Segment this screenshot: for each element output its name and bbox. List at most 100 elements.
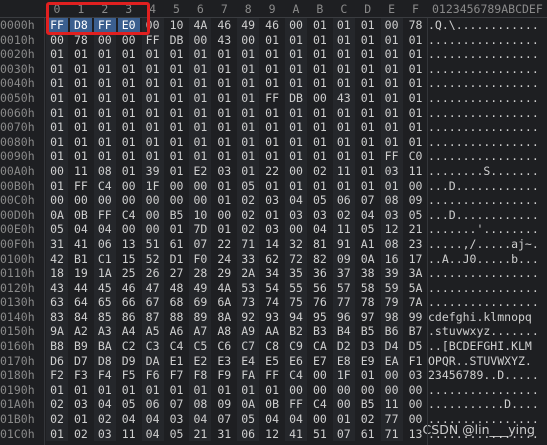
- hex-byte[interactable]: 01: [118, 76, 140, 91]
- hex-byte[interactable]: 63: [46, 295, 68, 310]
- hex-byte[interactable]: 01: [70, 135, 92, 150]
- hex-byte[interactable]: 13: [118, 237, 140, 252]
- hex-byte[interactable]: 01: [380, 32, 403, 48]
- hex-byte[interactable]: 45: [93, 280, 116, 296]
- hex-row[interactable]: 0000h FF D8 FF E0 00 10 4A 46 49 46 00 01 01 01 00 78 .Q.…: [0, 18, 547, 33]
- ascii-text[interactable]: OPQR..STUVWXYZ.: [428, 354, 547, 369]
- hex-byte[interactable]: B4: [332, 324, 355, 340]
- hex-byte[interactable]: 01: [332, 178, 355, 194]
- hex-byte[interactable]: 05: [237, 412, 260, 427]
- hex-byte[interactable]: 01: [70, 47, 92, 62]
- hex-byte[interactable]: F8: [189, 368, 212, 383]
- hex-byte[interactable]: 00: [309, 412, 331, 427]
- hex-byte[interactable]: 01: [213, 149, 235, 164]
- hex-byte[interactable]: 21: [189, 426, 212, 442]
- ascii-text[interactable]: .Q.\............: [428, 18, 547, 33]
- hex-byte[interactable]: 26: [141, 266, 164, 281]
- hex-byte[interactable]: A9: [237, 324, 260, 340]
- hex-byte[interactable]: E7: [309, 354, 331, 369]
- hex-byte[interactable]: D8: [69, 18, 92, 33]
- hex-byte[interactable]: E8: [332, 353, 355, 369]
- hex-byte[interactable]: 74: [261, 295, 283, 310]
- hex-row[interactable]: 01A0h 02 03 04 05 06 07 08 09 0A 0B FF C4 00 B5 11 00...…: [0, 397, 547, 413]
- hex-byte[interactable]: 00: [380, 18, 403, 33]
- hex-byte[interactable]: 00: [357, 383, 379, 398]
- hex-byte[interactable]: 11: [332, 163, 355, 179]
- hex-byte[interactable]: 00: [285, 18, 307, 33]
- hex-row[interactable]: 0150h 9A A2 A3 A4 A5 A6 A7 A8 A9 AA B2 B3 B4 B5 B6 B7 .st…: [0, 324, 547, 340]
- hex-byte[interactable]: 01: [70, 383, 92, 398]
- hex-row[interactable]: 0100h 42 B1 C1 15 52 D1 F0 24 33 62 72 82 09 0A 16 17 ..A…: [0, 251, 547, 267]
- hex-byte[interactable]: F4: [93, 368, 116, 383]
- hex-byte[interactable]: A8: [213, 324, 235, 339]
- hex-byte[interactable]: 01: [166, 47, 188, 62]
- hex-byte[interactable]: 01: [405, 62, 427, 77]
- hex-byte[interactable]: 65: [93, 295, 116, 310]
- hex-byte[interactable]: D7: [70, 354, 92, 369]
- hex-byte[interactable]: D6: [46, 353, 68, 369]
- hex-byte[interactable]: 00: [285, 382, 307, 398]
- hex-byte[interactable]: 01: [141, 47, 164, 62]
- ascii-text[interactable]: ...........D....: [428, 397, 547, 412]
- hex-byte[interactable]: 01: [141, 90, 164, 106]
- hex-byte[interactable]: E2: [189, 163, 212, 179]
- hex-byte[interactable]: 01: [380, 105, 403, 121]
- hex-byte[interactable]: FF: [141, 32, 164, 48]
- hex-byte[interactable]: 01: [261, 106, 283, 121]
- hex-byte[interactable]: 47: [141, 280, 164, 296]
- hex-byte[interactable]: 04: [261, 412, 283, 427]
- hex-byte[interactable]: 02: [46, 412, 68, 427]
- hex-byte[interactable]: A4: [118, 324, 140, 339]
- hex-byte[interactable]: 00: [118, 33, 140, 48]
- hex-row[interactable]: 0080h 01 01 01 01 01 01 01 01 01 01 01 01 01 01 01 01...…: [0, 134, 547, 150]
- hex-byte[interactable]: 03: [93, 426, 116, 442]
- hex-byte[interactable]: 01: [332, 412, 355, 427]
- hex-byte[interactable]: FF: [93, 18, 116, 33]
- hex-byte[interactable]: 75: [285, 295, 307, 310]
- hex-byte[interactable]: C6: [213, 339, 235, 354]
- hex-byte[interactable]: 01: [237, 105, 260, 121]
- hex-byte[interactable]: 01: [70, 91, 92, 106]
- hex-row[interactable]: 00C0h 00 00 00 00 00 00 00 01 02 03 04 05 06 07 08 09...…: [0, 193, 547, 208]
- hex-byte[interactable]: 59: [380, 280, 403, 296]
- hex-byte[interactable]: 01: [46, 120, 68, 135]
- hex-byte[interactable]: C8: [261, 339, 283, 354]
- hex-byte[interactable]: 83: [46, 309, 68, 325]
- hex-byte[interactable]: C2: [118, 339, 140, 354]
- hex-byte[interactable]: 91: [332, 236, 355, 252]
- hex-byte[interactable]: 7D: [189, 222, 212, 237]
- hex-byte[interactable]: 01: [46, 149, 68, 164]
- hex-byte[interactable]: FF: [46, 18, 68, 33]
- ascii-text[interactable]: ................: [428, 295, 547, 310]
- ascii-text[interactable]: ........S.......: [428, 164, 547, 179]
- hex-row[interactable]: 00D0h 0A 0B FF C4 00 B5 10 00 02 01 03 03 02 04 03 05...…: [0, 207, 547, 223]
- hex-byte[interactable]: 00: [380, 368, 403, 383]
- hex-byte[interactable]: 01: [405, 135, 427, 150]
- ascii-text[interactable]: .stuvwxyz.......: [428, 324, 547, 339]
- hex-byte[interactable]: 01: [237, 134, 260, 150]
- hex-byte[interactable]: 00: [332, 397, 355, 413]
- ascii-text[interactable]: ................: [428, 33, 547, 48]
- hex-byte[interactable]: 0B: [70, 208, 92, 223]
- ascii-text[interactable]: .....,/.....aj~.: [428, 237, 547, 252]
- hex-byte[interactable]: 27: [166, 266, 188, 281]
- hex-byte[interactable]: 03: [405, 368, 427, 383]
- hex-byte[interactable]: 38: [357, 266, 379, 281]
- hex-byte[interactable]: 01: [380, 178, 403, 194]
- hex-byte[interactable]: 66: [118, 295, 140, 310]
- hex-byte[interactable]: 01: [46, 382, 68, 398]
- hex-byte[interactable]: 01: [166, 222, 188, 237]
- hex-byte[interactable]: 61: [166, 237, 188, 252]
- hex-byte[interactable]: 71: [380, 426, 403, 442]
- hex-byte[interactable]: 01: [405, 91, 427, 106]
- hex-byte[interactable]: D5: [405, 339, 427, 354]
- hex-byte[interactable]: 05: [46, 222, 68, 237]
- hex-byte[interactable]: 44: [70, 281, 92, 296]
- hex-byte[interactable]: 03: [380, 163, 403, 179]
- hex-byte[interactable]: C0: [405, 149, 427, 164]
- hex-byte[interactable]: 02: [237, 222, 260, 237]
- hex-byte[interactable]: A5: [141, 324, 164, 340]
- hex-byte[interactable]: 01: [46, 105, 68, 121]
- ascii-text[interactable]: ................: [428, 266, 547, 281]
- hex-byte[interactable]: C4: [166, 339, 188, 354]
